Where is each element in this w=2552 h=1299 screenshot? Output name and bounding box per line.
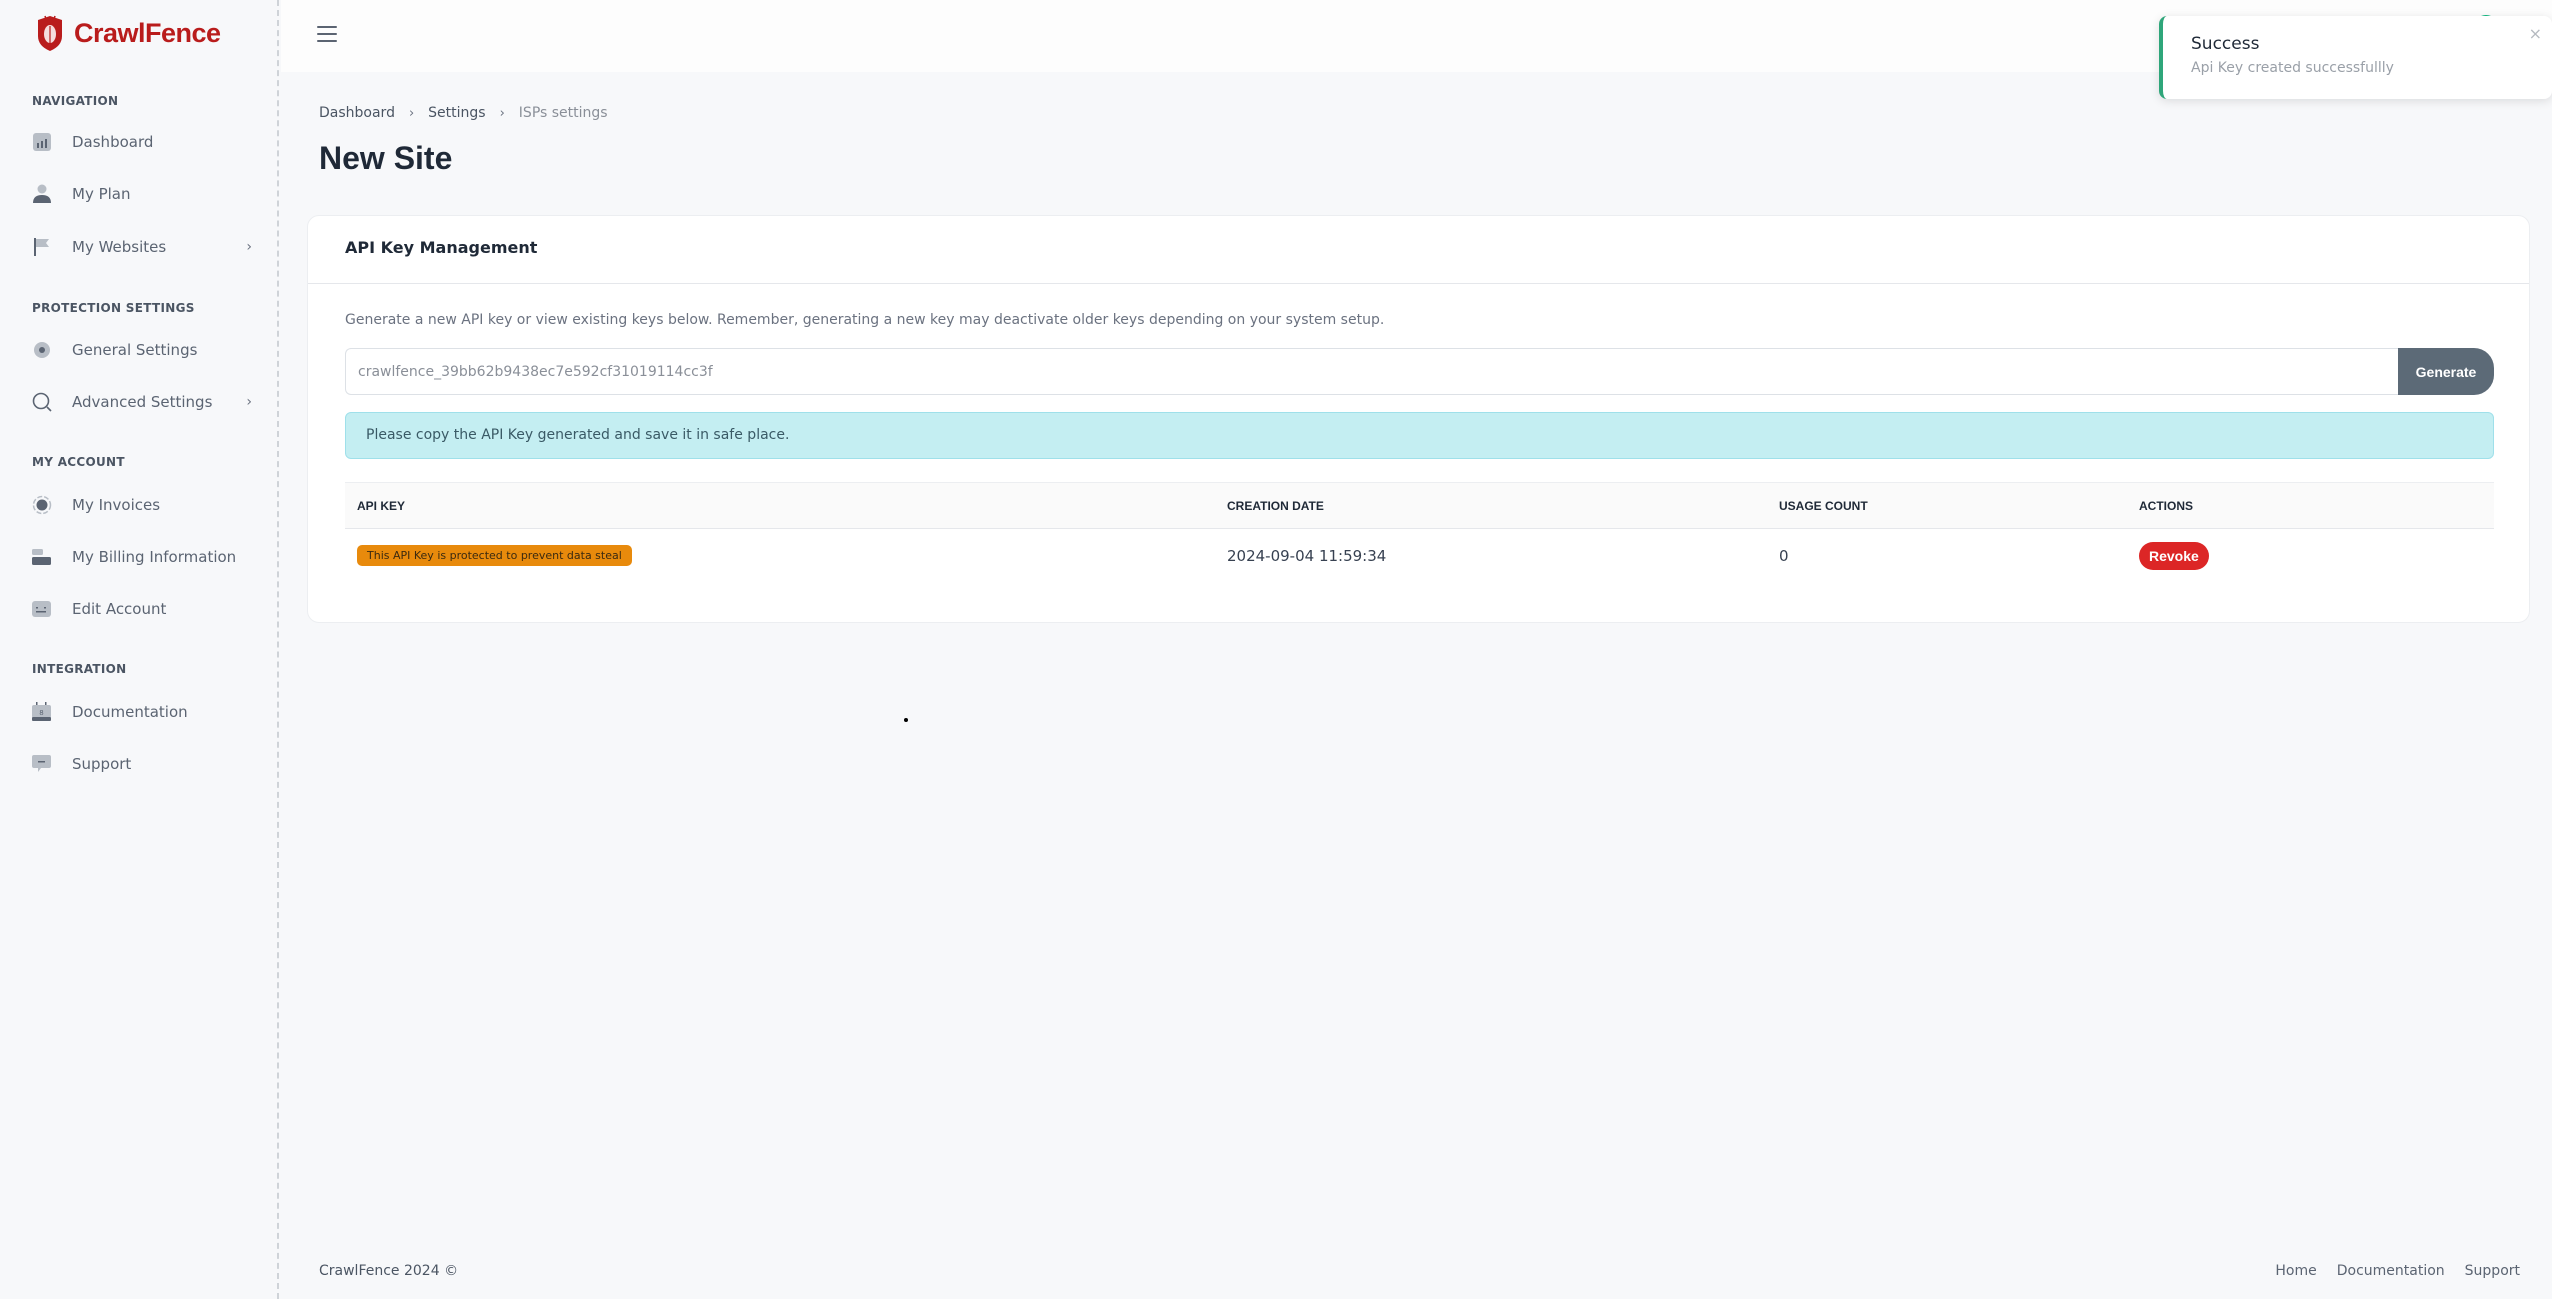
table-header-row: API KEY CREATION DATE USAGE COUNT ACTION… xyxy=(345,482,2494,529)
card-title: API Key Management xyxy=(308,216,2529,284)
billing-icon xyxy=(32,547,52,567)
sidebar-item-my-plan[interactable]: My Plan xyxy=(32,174,252,214)
sidebar: CrawlFence NAVIGATION Dashboard My Plan … xyxy=(0,0,279,1299)
sidebar-item-label: Documentation xyxy=(72,703,188,721)
sidebar-item-label: My Invoices xyxy=(72,496,161,514)
revoke-button[interactable]: Revoke xyxy=(2139,541,2209,570)
toast-message: Api Key created successfullly xyxy=(2191,60,2394,76)
page-title: New Site xyxy=(319,140,453,176)
protected-key-badge: This API Key is protected to prevent dat… xyxy=(357,545,632,567)
chevron-right-icon: › xyxy=(408,105,415,121)
sidebar-item-documentation[interactable]: 8 Documentation xyxy=(32,692,252,732)
breadcrumb-settings[interactable]: Settings xyxy=(428,105,485,121)
sidebar-item-my-invoices[interactable]: My Invoices xyxy=(32,485,252,525)
info-alert: Please copy the API Key generated and sa… xyxy=(345,412,2494,459)
creation-date-cell: 2024-09-04 11:59:34 xyxy=(1227,546,1387,565)
brand-logo[interactable]: CrawlFence xyxy=(36,14,221,52)
column-header-creation-date: CREATION DATE xyxy=(1215,482,1767,529)
bug-shield-icon xyxy=(38,15,62,51)
chevron-right-icon: › xyxy=(499,105,505,121)
chart-icon xyxy=(32,132,52,152)
column-header-usage-count: USAGE COUNT xyxy=(1767,482,2127,529)
sidebar-item-label: Dashboard xyxy=(72,133,154,151)
section-navigation: NAVIGATION xyxy=(32,94,119,108)
sidebar-item-advanced-settings[interactable]: Advanced Settings › xyxy=(32,382,252,422)
success-toast: Success Api Key created successfullly × xyxy=(2159,16,2552,99)
menu-toggle-icon[interactable] xyxy=(317,26,337,44)
section-my-account: MY ACCOUNT xyxy=(32,455,125,469)
close-icon[interactable]: × xyxy=(2529,24,2542,43)
api-keys-table: API KEY CREATION DATE USAGE COUNT ACTION… xyxy=(345,482,2494,583)
footer-links: Home Documentation Support xyxy=(2275,1263,2520,1279)
actions-cell: Revoke xyxy=(2127,529,2494,583)
mouse-cursor xyxy=(904,718,908,722)
footer-link-home[interactable]: Home xyxy=(2275,1263,2316,1279)
api-key-cell: This API Key is protected to prevent dat… xyxy=(345,529,1215,583)
sidebar-item-label: Edit Account xyxy=(72,600,167,618)
sidebar-item-dashboard[interactable]: Dashboard xyxy=(32,122,252,162)
search-icon xyxy=(32,392,52,412)
sidebar-item-support[interactable]: Support xyxy=(32,744,252,784)
column-header-api-key: API KEY xyxy=(345,482,1215,529)
sidebar-item-label: My Plan xyxy=(72,185,131,203)
sidebar-item-label: Support xyxy=(72,755,132,773)
flag-icon xyxy=(32,237,52,257)
sidebar-item-general-settings[interactable]: General Settings xyxy=(32,330,252,370)
svg-text:8: 8 xyxy=(39,709,43,717)
sidebar-item-edit-account[interactable]: Edit Account xyxy=(32,589,252,629)
footer-link-support[interactable]: Support xyxy=(2465,1263,2520,1279)
api-key-input[interactable] xyxy=(345,348,2398,395)
sidebar-item-billing-information[interactable]: My Billing Information xyxy=(32,537,252,577)
toast-title: Success xyxy=(2191,34,2260,54)
breadcrumb: Dashboard › Settings › ISPs settings xyxy=(319,105,608,121)
footer-copyright: CrawlFence 2024 © xyxy=(319,1263,459,1279)
user-icon xyxy=(32,184,52,204)
calendar-icon: 8 xyxy=(32,702,52,722)
sidebar-item-label: Advanced Settings xyxy=(72,393,213,411)
sidebar-item-label: General Settings xyxy=(72,341,198,359)
chat-icon xyxy=(32,754,52,774)
gear-icon xyxy=(32,340,52,360)
keyboard-icon xyxy=(32,599,52,619)
sidebar-item-label: My Billing Information xyxy=(72,548,237,566)
breadcrumb-current: ISPs settings xyxy=(518,105,608,121)
usage-count-cell: 0 xyxy=(1779,546,1789,565)
brand-name: CrawlFence xyxy=(74,17,221,48)
sidebar-item-label: My Websites xyxy=(72,238,167,256)
generate-button[interactable]: Generate xyxy=(2398,348,2494,395)
record-icon xyxy=(32,495,52,515)
api-key-card: API Key Management Generate a new API ke… xyxy=(307,215,2530,623)
column-header-actions: ACTIONS xyxy=(2127,482,2494,529)
breadcrumb-dashboard[interactable]: Dashboard xyxy=(319,105,395,121)
table-row: This API Key is protected to prevent dat… xyxy=(345,529,2494,583)
card-description: Generate a new API key or view existing … xyxy=(345,312,1385,328)
chevron-right-icon: › xyxy=(246,239,252,255)
section-integration: INTEGRATION xyxy=(32,662,127,676)
chevron-right-icon: › xyxy=(246,394,252,410)
section-protection-settings: PROTECTION SETTINGS xyxy=(32,301,195,315)
footer-link-documentation[interactable]: Documentation xyxy=(2337,1263,2445,1279)
sidebar-item-my-websites[interactable]: My Websites › xyxy=(32,227,252,267)
